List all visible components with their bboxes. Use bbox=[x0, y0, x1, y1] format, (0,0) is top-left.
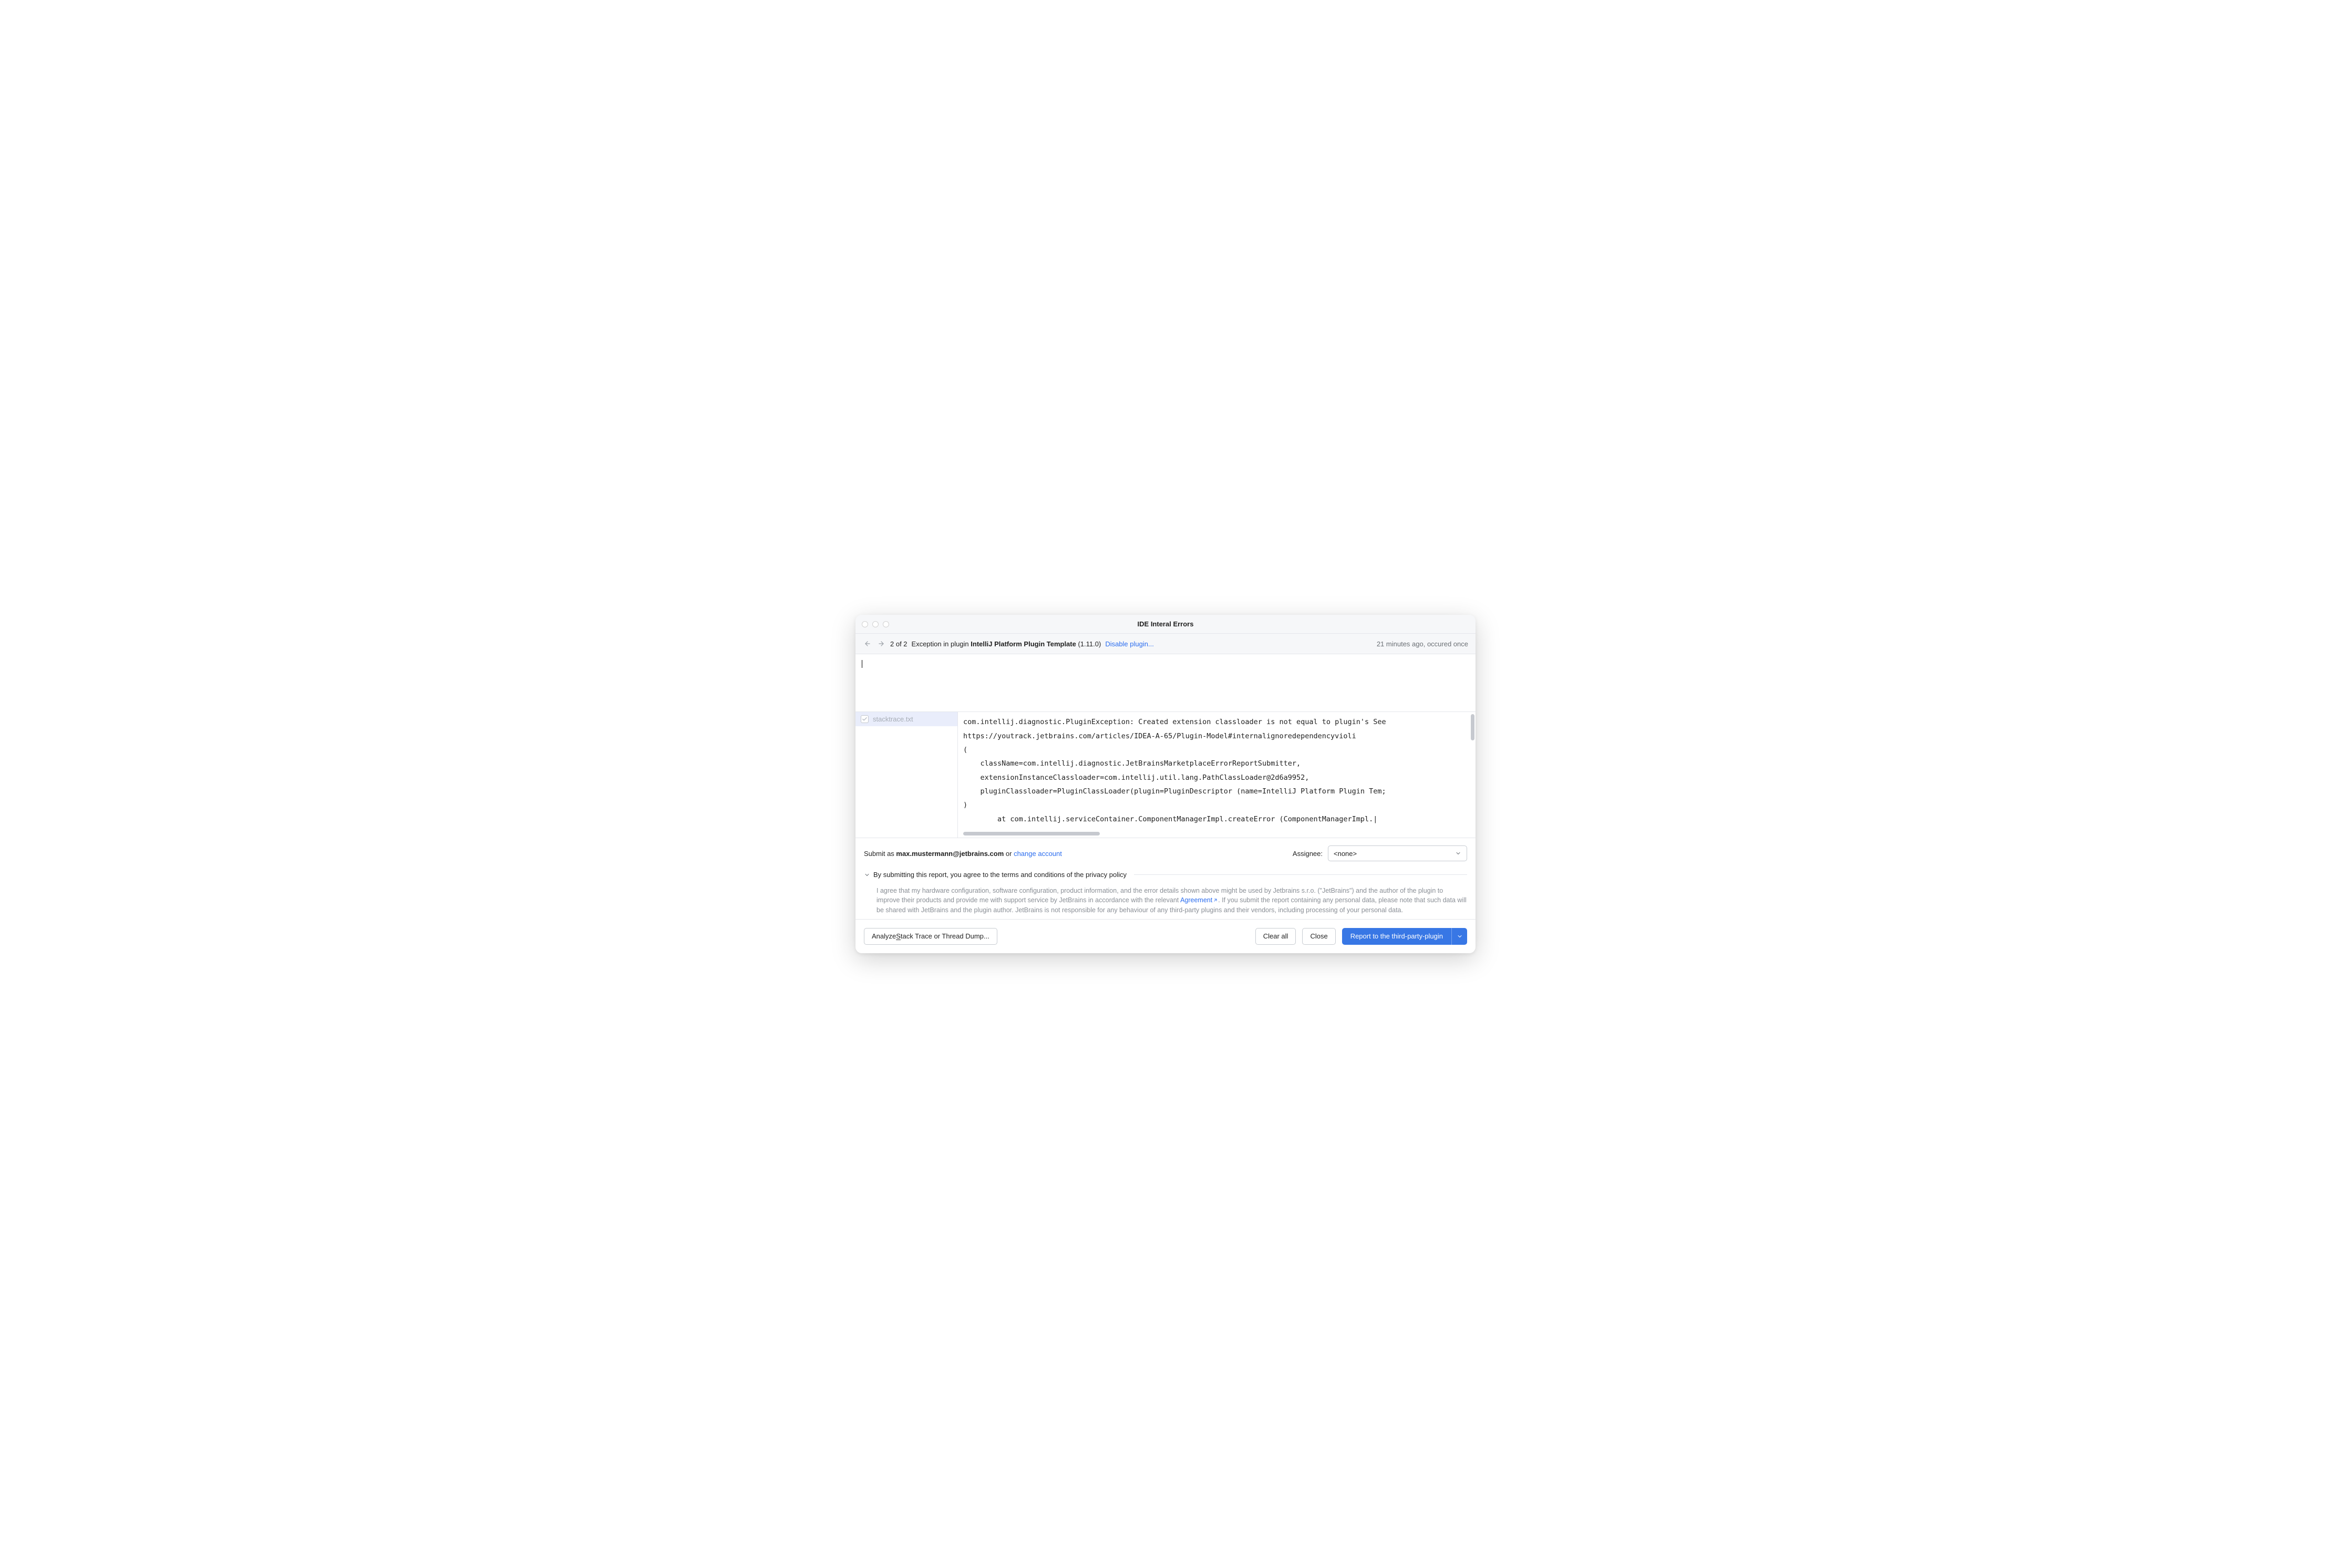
privacy-legal-text: I agree that my hardware configuration, … bbox=[864, 881, 1467, 919]
report-button[interactable]: Report to the third-party-plugin bbox=[1342, 928, 1451, 945]
submit-prefix: Submit as bbox=[864, 850, 896, 858]
assignee-row: Assignee: <none> bbox=[1293, 845, 1467, 861]
analyze-mnemonic: S bbox=[896, 932, 901, 940]
exception-text: Exception in plugin IntelliJ Platform Pl… bbox=[912, 640, 1101, 648]
window-minimize-icon[interactable] bbox=[872, 621, 879, 627]
attachments-split: stacktrace.txt com.intellij.diagnostic.P… bbox=[855, 712, 1476, 838]
plugin-version: (1.11.0) bbox=[1076, 640, 1101, 648]
prev-error-button[interactable] bbox=[863, 639, 872, 648]
plugin-name: IntelliJ Platform Plugin Template bbox=[971, 640, 1076, 648]
close-button[interactable]: Close bbox=[1302, 928, 1335, 945]
stacktrace-pane[interactable]: com.intellij.diagnostic.PluginException:… bbox=[958, 712, 1476, 838]
error-timestamp: 21 minutes ago, occured once bbox=[1377, 640, 1468, 648]
attachment-checkbox[interactable] bbox=[861, 715, 869, 723]
report-dropdown-button[interactable] bbox=[1451, 928, 1467, 945]
assignee-label: Assignee: bbox=[1293, 850, 1323, 858]
change-account-link[interactable]: change account bbox=[1014, 850, 1062, 858]
assignee-value: <none> bbox=[1334, 850, 1357, 858]
assignee-select[interactable]: <none> bbox=[1328, 845, 1467, 861]
attachments-list: stacktrace.txt bbox=[855, 712, 958, 838]
report-label: Report to the third-party-plugin bbox=[1350, 932, 1443, 940]
clear-all-button[interactable]: Clear all bbox=[1255, 928, 1296, 945]
submit-or: or bbox=[1004, 850, 1014, 858]
analyze-before: Analyze bbox=[872, 932, 896, 940]
chevron-down-icon bbox=[1457, 933, 1463, 940]
window-title: IDE Interal Errors bbox=[855, 620, 1476, 628]
window-zoom-icon[interactable] bbox=[883, 621, 889, 627]
analyze-stack-trace-button[interactable]: Analyze Stack Trace or Thread Dump... bbox=[864, 928, 997, 945]
chevron-down-icon bbox=[864, 872, 870, 878]
external-link-icon bbox=[1213, 898, 1218, 903]
disclosure-heading: By submitting this report, you agree to … bbox=[873, 871, 1127, 879]
report-button-group: Report to the third-party-plugin bbox=[1342, 928, 1467, 945]
submit-email: max.mustermann@jetbrains.com bbox=[896, 850, 1004, 858]
attachment-item[interactable]: stacktrace.txt bbox=[855, 712, 957, 726]
window-close-icon[interactable] bbox=[862, 621, 868, 627]
agreement-link-text: Agreement bbox=[1180, 896, 1212, 904]
clear-label: Clear all bbox=[1263, 932, 1288, 940]
comment-textarea[interactable] bbox=[855, 654, 1476, 712]
privacy-disclosure-toggle[interactable]: By submitting this report, you agree to … bbox=[864, 869, 1467, 881]
titlebar[interactable]: IDE Interal Errors bbox=[855, 615, 1476, 634]
attachment-label: stacktrace.txt bbox=[873, 715, 913, 723]
agreement-link[interactable]: Agreement bbox=[1180, 896, 1218, 904]
chevron-down-icon bbox=[1455, 850, 1461, 857]
error-counter: 2 of 2 bbox=[890, 640, 907, 648]
dialog-window: IDE Interal Errors 2 of 2 Exception in p… bbox=[855, 615, 1476, 953]
next-error-button[interactable] bbox=[876, 639, 886, 648]
exception-prefix: Exception in plugin bbox=[912, 640, 971, 648]
divider bbox=[1134, 874, 1467, 875]
vertical-scrollbar[interactable] bbox=[1471, 714, 1474, 740]
close-label: Close bbox=[1310, 932, 1327, 940]
horizontal-scrollbar[interactable] bbox=[963, 832, 1100, 835]
form-area: Submit as max.mustermann@jetbrains.com o… bbox=[855, 838, 1476, 919]
submit-as-text: Submit as max.mustermann@jetbrains.com o… bbox=[864, 850, 1062, 858]
error-nav-bar: 2 of 2 Exception in plugin IntelliJ Plat… bbox=[855, 634, 1476, 654]
traffic-lights bbox=[862, 621, 889, 627]
disable-plugin-link[interactable]: Disable plugin... bbox=[1105, 640, 1154, 648]
dialog-footer: Analyze Stack Trace or Thread Dump... Cl… bbox=[855, 919, 1476, 953]
analyze-after: tack Trace or Thread Dump... bbox=[901, 932, 989, 940]
stacktrace-text: com.intellij.diagnostic.PluginException:… bbox=[958, 712, 1476, 835]
